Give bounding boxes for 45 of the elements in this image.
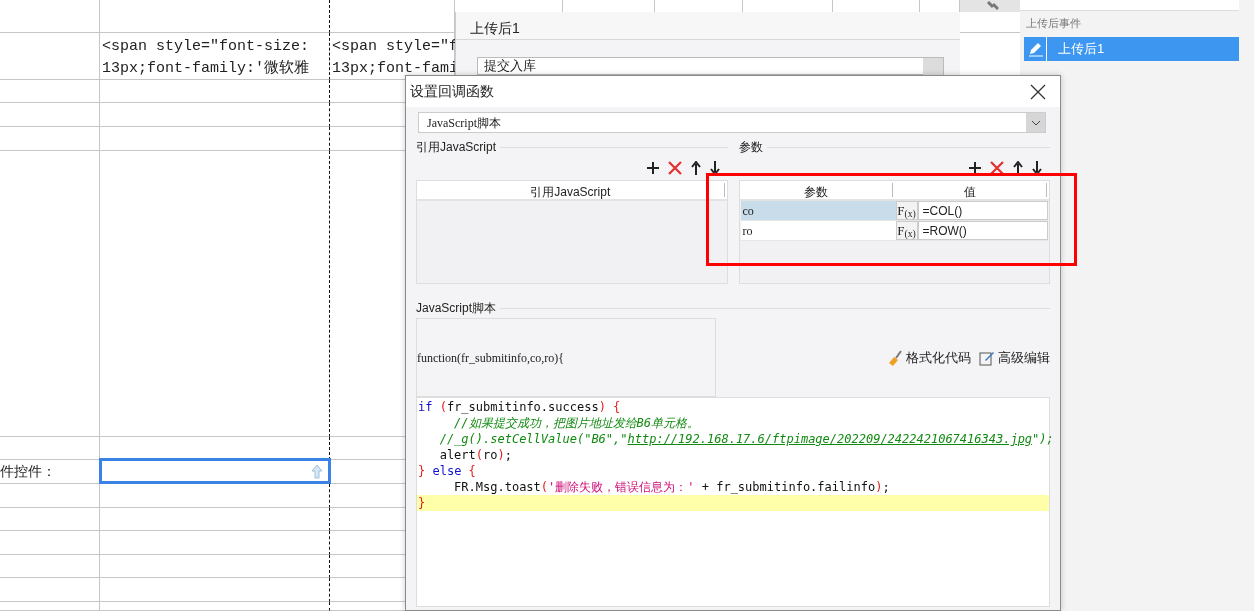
field-label: 件控件： [0,462,57,481]
code-line: if (fr_submitinfo.success) { [417,399,622,415]
section-label: 上传后事件 [1025,16,1082,31]
arrow-down-icon[interactable] [1032,161,1042,175]
dropdown-value: 提交入库 [484,58,536,73]
formula-button[interactable]: F$_{(x)}$ [895,201,918,220]
delete-icon[interactable] [667,161,682,175]
arrow-up-icon[interactable] [1013,161,1023,175]
close-button[interactable] [1030,83,1046,100]
toolbar-button[interactable]: 高级编辑 [979,347,1050,368]
arrow-down-icon[interactable] [709,161,720,175]
cell-text: <span style="font-size: 13px;font-family:'微软雅 [101,37,311,79]
column-header: 值 [893,183,1047,197]
pencil-icon [1026,41,1044,57]
link-icon[interactable] [987,1,999,11]
code-line: //_g().setCellValue("B6","http://192.168.17.6/ftpimage/202209/2422421067416343.jpg"); [438,431,1049,447]
broom-icon [888,349,903,366]
add-icon[interactable] [969,162,981,174]
toolbar-button[interactable]: 格式化代码 [888,347,971,368]
dialog-title: 设置回调函数 [410,82,494,101]
code-editor[interactable] [416,397,1050,607]
param-name[interactable]: co [740,201,896,220]
function-signature: function(fr_submitinfo,co,ro){ [416,318,716,397]
code-line: //如果提交成功，把图片地址发给B6单元格。 [453,415,701,431]
add-icon[interactable] [646,162,659,174]
section-label: 引用JavaScript [416,139,497,156]
dropdown[interactable]: 提交入库 [477,57,944,75]
code-line: } else { [417,463,477,479]
cell-text: <span style="f 13px;font-fami [331,37,454,79]
section-label: JavaScript脚本 [416,300,497,317]
value-field[interactable]: =ROW() [917,221,1048,240]
arrow-up-icon[interactable] [690,161,701,175]
column-header: 参数 [739,183,894,197]
section-label: 参数 [738,139,763,156]
type-select[interactable]: JavaScript脚本 [418,112,1046,133]
delete-icon[interactable] [990,161,1004,175]
column-header: 引用JavaScript [417,183,725,197]
param-name[interactable]: ro [740,221,896,240]
code-line: FR.Msg.toast('删除失败，错误信息为：' + fr_submitinfo.failinfo); [453,479,891,495]
code-line: alert(ro); [438,447,513,463]
edit-icon [979,349,995,366]
value-field[interactable]: =COL() [917,201,1048,220]
close-icon [1030,83,1046,100]
code-link[interactable]: http://192.168.17.6/ftpimage/202209/2422421067416343.jpg [627,432,1033,446]
formula-button[interactable]: F$_{(x)}$ [895,221,918,240]
